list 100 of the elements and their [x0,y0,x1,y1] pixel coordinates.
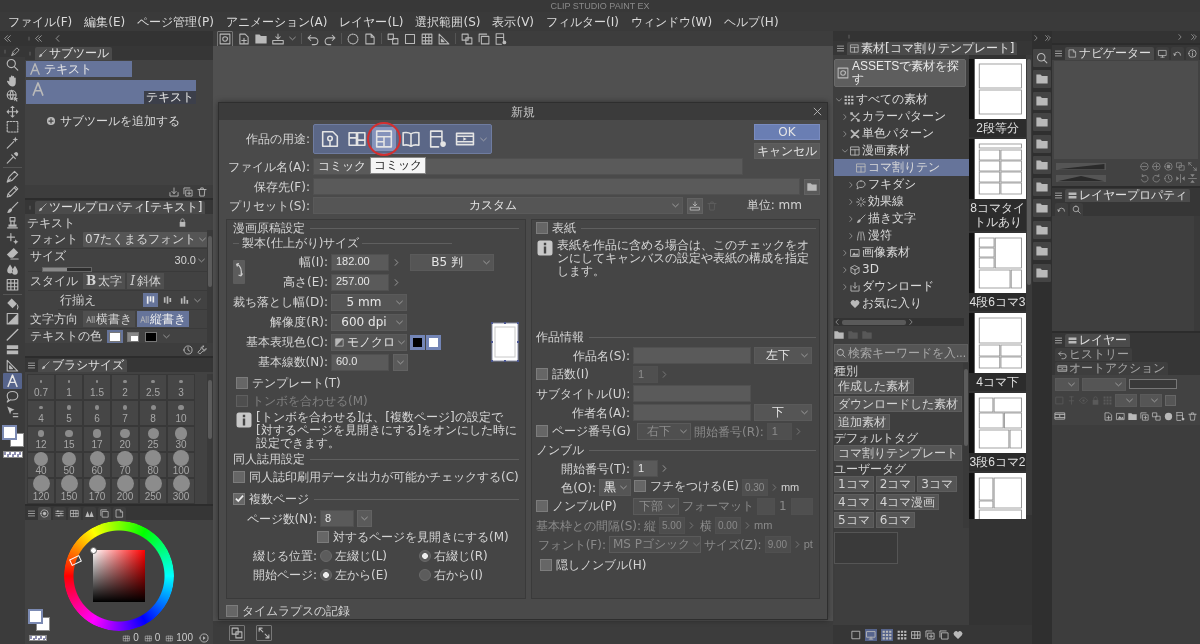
flip-h-icon[interactable] [1176,174,1185,183]
menu-item[interactable]: 表示(V) [492,14,535,29]
checker-swatch-icon[interactable] [2,450,23,458]
double-left-icon[interactable] [35,35,42,42]
brush-size-item[interactable]: 250 [139,478,167,504]
brush-size-item[interactable]: 5 [55,400,83,426]
clock-icon[interactable] [1164,174,1173,183]
checkbox[interactable] [536,500,548,513]
heart-icon[interactable] [953,629,963,640]
scrollbar[interactable] [963,363,969,528]
brush-size-item[interactable]: 70 [111,452,139,478]
overlapping-squares-icon[interactable] [461,32,473,45]
dots-grid-icon[interactable] [897,629,907,640]
page-plus-icon[interactable] [238,32,250,45]
folder-plus-icon[interactable] [834,330,844,340]
expand-arrows-icon[interactable] [1188,162,1197,171]
panel-tab[interactable] [1070,203,1083,216]
folder-icon[interactable] [255,32,267,45]
add-sub-tool-button[interactable]: サブツールを追加する [46,114,180,128]
panel-tab[interactable]: ブラシサイズ [38,359,127,372]
text-field[interactable]: 257.00 [331,273,389,291]
chevron-down-icon[interactable] [194,296,201,304]
page-plus-icon[interactable] [1104,411,1113,421]
import-tray-icon[interactable] [169,186,179,197]
offset-squares-icon[interactable] [387,32,399,45]
panel-tab[interactable] [1156,47,1169,60]
tag-button[interactable]: 6コマ [875,512,916,528]
toggle-button[interactable]: B 太字 [83,273,126,289]
tag-button[interactable]: 4コマ [834,494,874,510]
folder-icon[interactable] [1033,113,1051,131]
tag-button[interactable]: コマ割りテンプレート [834,445,962,461]
bars-icon[interactable] [143,293,158,307]
brush-size-item[interactable]: 30 [167,426,195,452]
page-layout-drawing[interactable] [969,393,1026,453]
stop-circle-icon[interactable] [1164,162,1173,171]
text-field[interactable]: 182.00 [331,253,389,271]
page-layout-drawing[interactable] [969,59,1026,119]
assets-search-button[interactable]: ASSETSで素材を探す [834,59,966,87]
folder-icon[interactable] [1033,242,1051,260]
plus-outline-icon[interactable] [1152,162,1161,171]
brush-size-item[interactable]: 50 [55,452,83,478]
panel-tab[interactable]: ナビゲーター [1065,47,1154,60]
tree-item[interactable]: カラーパターン [834,108,969,125]
panel-tab[interactable]: ツールプロパティ[テキスト] [35,201,206,214]
close-icon[interactable] [813,107,822,116]
color-swatch-icon[interactable] [127,331,139,342]
panel-tab[interactable] [1055,203,1068,216]
search-field[interactable]: 検索キーワードを入... [834,344,968,362]
panel-tab[interactable] [113,507,126,520]
brush-size-item[interactable]: 2.5 [139,374,167,400]
menu-item[interactable]: ウィンドウ(W) [630,14,713,29]
dropdown[interactable]: 600 dpi [331,313,407,331]
radio-button[interactable] [320,550,332,562]
save-preset-button[interactable] [687,197,703,214]
folder-icon[interactable] [1033,220,1051,239]
brush-size-item[interactable]: 12 [27,426,55,452]
chevron-down-icon[interactable] [163,333,170,340]
tag-button[interactable]: 追加素材 [834,414,890,430]
scrollbar[interactable] [207,230,213,343]
square-grid-icon[interactable] [911,629,921,640]
checkbox[interactable] [317,531,329,543]
color-swatch-icon[interactable] [426,334,441,350]
monitor-icon[interactable] [865,628,877,641]
brush-size-item[interactable]: 120 [27,478,55,504]
toggle-button[interactable]: 横書き [83,311,135,327]
color-swatch-icon[interactable] [410,334,425,350]
tree-item[interactable]: 描き文字 [834,210,969,227]
panel-tab[interactable] [1186,47,1199,60]
scrollbar[interactable] [834,318,964,326]
brush-size-item[interactable]: 200 [111,478,139,504]
panel-tab[interactable] [98,507,111,520]
folder-plus-icon[interactable] [1128,411,1137,421]
square-outline-icon[interactable] [851,629,861,640]
brush-size-item[interactable]: 4 [27,400,55,426]
rotate-right-icon[interactable] [1152,174,1161,183]
redo-icon[interactable] [324,32,336,45]
triangle-ruler-icon[interactable] [438,32,450,45]
dropdown[interactable]: 5 mm [331,293,407,311]
folder-icon[interactable] [1033,177,1051,196]
size-slider[interactable] [42,266,92,272]
clock-icon[interactable] [183,344,193,355]
radio-button[interactable] [419,569,431,581]
brush-size-item[interactable]: 80 [139,452,167,478]
brush-size-item[interactable]: 2 [111,374,139,400]
page-layout-drawing[interactable] [969,473,1026,519]
panel-tab[interactable] [68,507,81,520]
menu-lines-icon[interactable] [1055,49,1062,57]
tree-item[interactable]: お気に入り [834,295,969,312]
menu-item[interactable]: フィルター(I) [546,14,619,29]
copy-plus-icon[interactable] [925,629,935,640]
tag-button[interactable]: 4コマ漫画 [875,494,940,510]
color-swatch-icon[interactable] [145,331,157,342]
dropdown[interactable]: 下 [754,404,812,421]
tree-item[interactable]: 画像素材 [834,244,969,261]
chevron-right-icon[interactable] [1177,34,1183,40]
tree-item[interactable]: 漫画素材 [834,142,969,159]
checkbox[interactable] [536,425,548,438]
pages-icon[interactable] [478,32,490,45]
panel-tab[interactable] [53,507,66,520]
text-field[interactable]: 60.0 [331,353,389,371]
